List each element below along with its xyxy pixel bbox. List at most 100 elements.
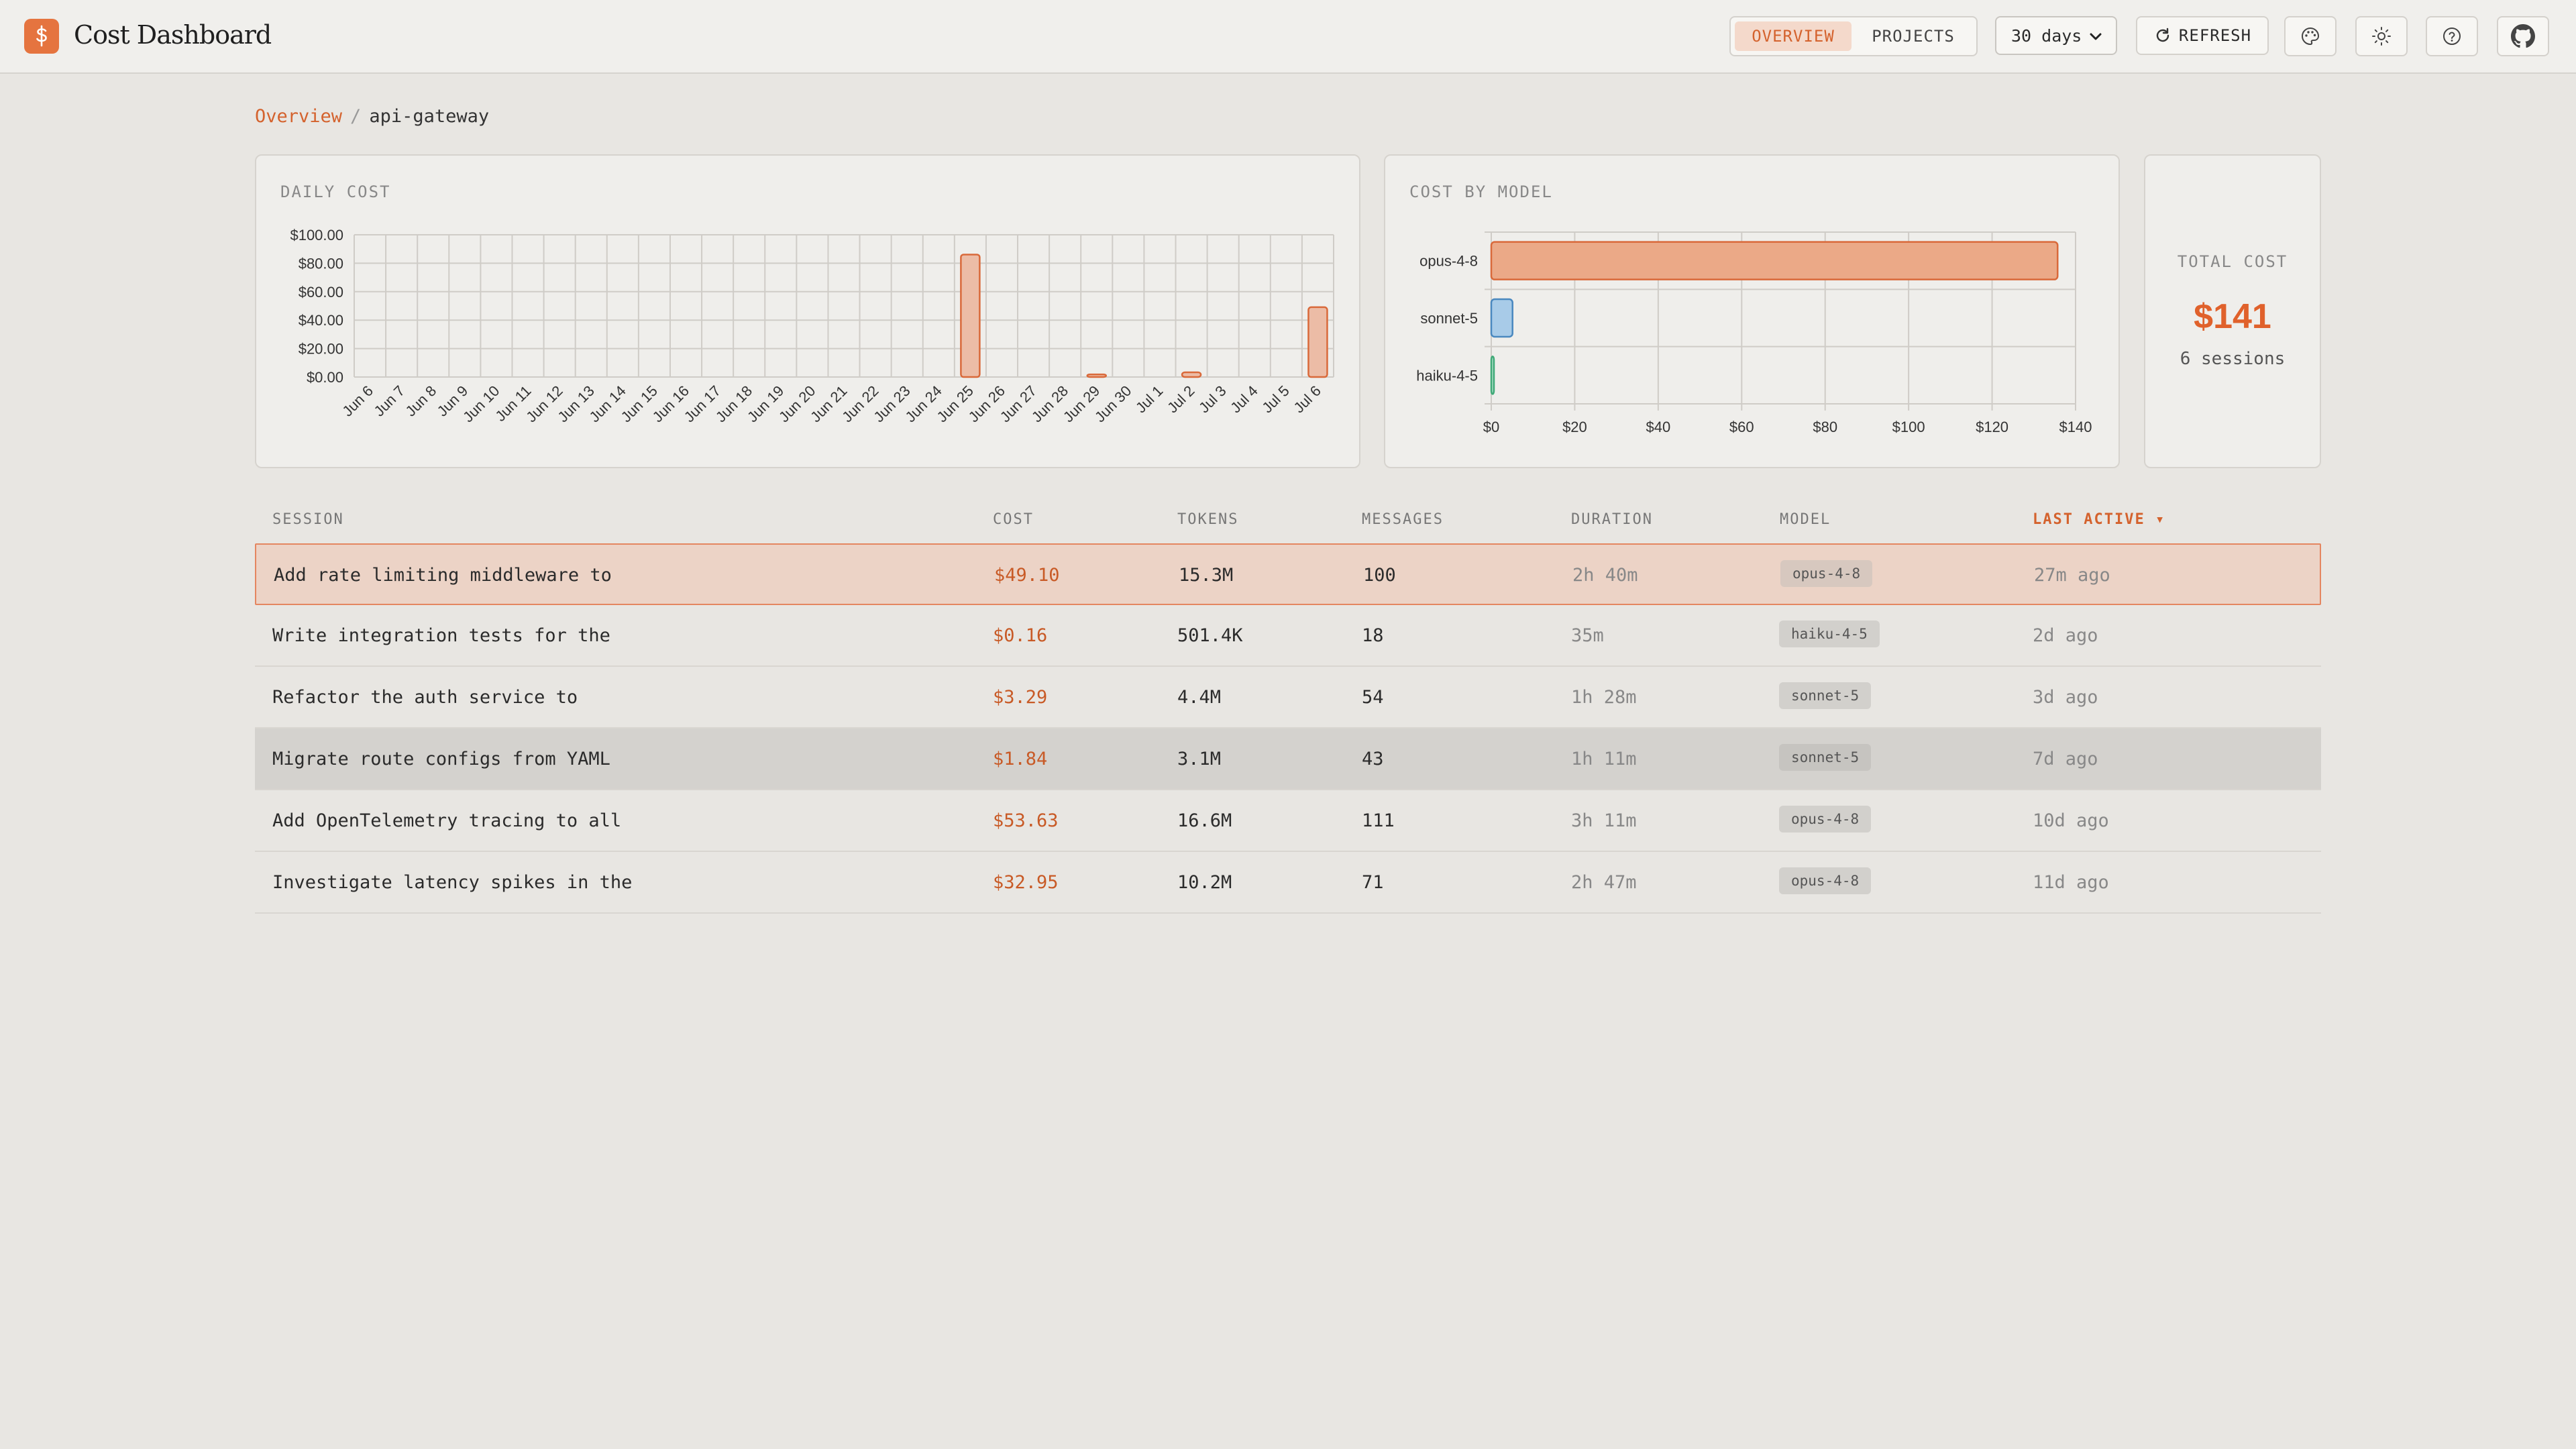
session-messages: 71 (1362, 872, 1384, 893)
session-duration: 3h 11m (1571, 810, 1637, 831)
cost-by-model-chart: $0 $20 $40 $60 $80 $100 $120 $140 opus-4-8 sonnet… (1416, 231, 2092, 435)
x-tick-label: Jun 6 (339, 382, 376, 420)
session-duration: 35m (1571, 625, 1604, 646)
session-title: Add OpenTelemetry tracing to all (272, 810, 622, 831)
session-title: Investigate latency spikes in the (272, 872, 633, 893)
x-tick-label: Jul 6 (1290, 382, 1324, 417)
session-messages: 100 (1363, 565, 1396, 586)
x-tick-label: Jul 5 (1258, 382, 1293, 417)
refresh-button[interactable]: REFRESH (2136, 16, 2269, 55)
table-row[interactable]: Refactor the auth service to $3.29 4.4M … (255, 667, 2321, 729)
session-cost: $3.29 (993, 687, 1048, 708)
table-row[interactable]: Add OpenTelemetry tracing to all $53.63 … (255, 790, 2321, 852)
session-title: Write integration tests for the (272, 625, 610, 646)
session-tokens: 501.4K (1177, 625, 1243, 646)
session-tokens: 4.4M (1177, 687, 1222, 708)
x-tick-label: Jul 2 (1164, 382, 1198, 417)
refresh-icon (2156, 28, 2169, 42)
y-tick-label: $20.00 (299, 341, 343, 358)
top-bar: Cost Dashboard OVERVIEW PROJECTS 30 days… (0, 0, 2576, 74)
session-tokens: 16.6M (1177, 810, 1232, 831)
session-messages: 18 (1362, 625, 1384, 646)
x-tick-label: $80 (1813, 419, 1837, 435)
daily-cost-card: DAILY COST $0.00 $20.00 $40.00 $60.00 $80.00… (255, 154, 1360, 468)
theme-toggle-button[interactable] (2355, 16, 2408, 56)
column-header-model[interactable]: MODEL (1780, 511, 1831, 528)
session-title: Migrate route configs from YAML (272, 749, 610, 769)
table-header: SESSION COST TOKENS MESSAGES DURATION MO… (255, 496, 2321, 543)
sessions-table: SESSION COST TOKENS MESSAGES DURATION MO… (255, 496, 2321, 914)
total-cost-label: TOTAL COST (2177, 252, 2288, 271)
bar-opus-4-8 (1490, 241, 2059, 280)
bar-jun-29 (1086, 373, 1108, 378)
theme-palette-button[interactable] (2284, 16, 2337, 56)
x-tick-label: Jul 4 (1227, 382, 1261, 417)
cost-by-model-card: COST BY MODEL $0 $20 $40 $60 $80 $100 $120 $140… (1384, 154, 2120, 468)
x-tick-label: Jun 30 (1091, 382, 1134, 425)
date-range-value: 30 days (2011, 25, 2082, 46)
column-header-tokens[interactable]: TOKENS (1177, 511, 1238, 528)
total-cost-card: TOTAL COST $141 6 sessions (2144, 154, 2321, 468)
daily-cost-grid (354, 234, 1334, 378)
session-cost: $53.63 (993, 810, 1059, 831)
x-tick-label: $100 (1892, 419, 1925, 435)
model-badge: sonnet-5 (1779, 682, 1872, 709)
x-tick-label: Jun 10 (460, 382, 502, 425)
model-badge: opus-4-8 (1780, 560, 1873, 587)
column-header-cost[interactable]: COST (993, 511, 1034, 528)
model-badge: haiku-4-5 (1779, 621, 1880, 647)
github-icon (2511, 24, 2535, 48)
x-tick-label: Jul 1 (1132, 382, 1167, 417)
y-tick-label: opus-4-8 (1419, 253, 1478, 270)
y-tick-label: haiku-4-5 (1416, 367, 1478, 384)
column-header-session[interactable]: SESSION (272, 511, 344, 528)
x-tick-label: $40 (1646, 419, 1670, 435)
session-duration: 2h 47m (1571, 872, 1637, 893)
session-last-active: 7d ago (2033, 749, 2098, 769)
x-tick-label: $140 (2059, 419, 2092, 435)
table-row[interactable]: Migrate route configs from YAML $1.84 3.… (255, 729, 2321, 790)
session-title: Refactor the auth service to (272, 687, 578, 708)
session-messages: 54 (1362, 687, 1384, 708)
x-tick-label: $0 (1483, 419, 1499, 435)
y-tick-label: sonnet-5 (1420, 310, 1478, 327)
tab-projects[interactable]: PROJECTS (1854, 21, 1972, 51)
y-tick-label: $40.00 (299, 312, 343, 329)
bar-sonnet-5 (1490, 298, 1513, 338)
app-title: Cost Dashboard (74, 20, 272, 50)
help-button[interactable] (2426, 16, 2478, 56)
model-badge: opus-4-8 (1779, 867, 1872, 894)
x-tick-label: $120 (1976, 419, 2008, 435)
x-tick-label: Jul 3 (1195, 382, 1230, 417)
tab-overview[interactable]: OVERVIEW (1735, 21, 1851, 51)
session-last-active: 3d ago (2033, 687, 2098, 708)
breadcrumb-current: api-gateway (369, 106, 490, 127)
session-duration: 2h 40m (1572, 565, 1638, 586)
github-button[interactable] (2497, 16, 2549, 56)
session-cost: $32.95 (993, 872, 1059, 893)
table-body: Add rate limiting middleware to $49.10 1… (255, 543, 2321, 914)
view-switcher: OVERVIEW PROJECTS (1729, 16, 1978, 56)
breadcrumb: Overview / api-gateway (255, 106, 489, 127)
breadcrumb-overview-link[interactable]: Overview (255, 106, 342, 127)
chevron-down-icon (2090, 33, 2102, 40)
sun-icon (2372, 27, 2391, 46)
column-header-messages[interactable]: MESSAGES (1362, 511, 1444, 528)
session-title: Add rate limiting middleware to (274, 565, 612, 586)
column-header-last-active[interactable]: LAST ACTIVE ▾ (2033, 511, 2165, 528)
table-row[interactable]: Add rate limiting middleware to $49.10 1… (255, 543, 2321, 605)
session-tokens: 15.3M (1179, 565, 1234, 586)
date-range-select[interactable]: 30 days (1995, 16, 2117, 55)
column-header-duration[interactable]: DURATION (1571, 511, 1653, 528)
x-tick-label: $60 (1729, 419, 1754, 435)
session-messages: 43 (1362, 749, 1384, 769)
bar-jun-25 (960, 254, 981, 378)
session-last-active: 10d ago (2033, 810, 2109, 831)
dollar-icon[interactable] (24, 19, 59, 54)
table-row[interactable]: Investigate latency spikes in the $32.95… (255, 852, 2321, 914)
y-tick-label: $80.00 (299, 255, 343, 272)
session-cost: $49.10 (994, 565, 1060, 586)
palette-icon (2302, 27, 2320, 46)
x-tick-label: $20 (1562, 419, 1587, 435)
table-row[interactable]: Write integration tests for the $0.16 50… (255, 605, 2321, 667)
